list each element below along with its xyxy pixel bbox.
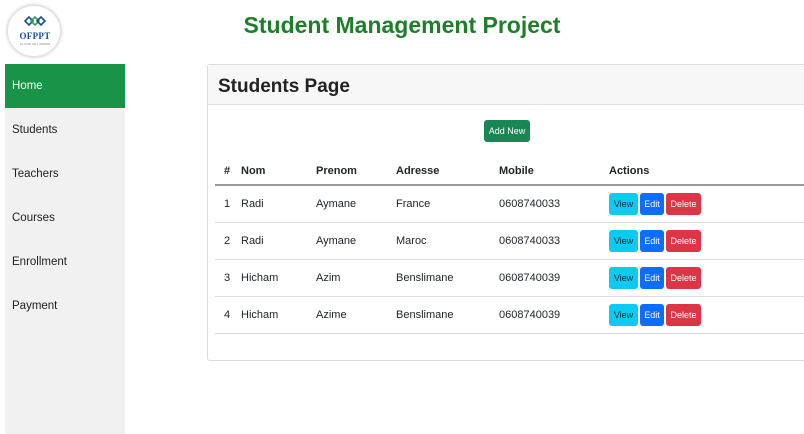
cell-adresse: Benslimane <box>396 296 499 334</box>
cell-nom: Hicham <box>241 296 316 334</box>
sidebar-item-teachers[interactable]: Teachers <box>5 152 125 196</box>
view-button[interactable]: View <box>609 192 638 215</box>
column-header-prenom: Prenom <box>316 157 396 186</box>
cell-adresse: Maroc <box>396 222 499 260</box>
cell-actions: View Edit Delete <box>609 185 804 223</box>
view-button[interactable]: View <box>609 266 638 289</box>
page-title: Students Page <box>208 65 804 105</box>
table-row: 2 Radi Aymane Maroc 0608740033 View Edit D… <box>215 222 804 260</box>
cell-actions: View Edit Delete <box>609 259 804 297</box>
sidebar-item-students[interactable]: Students <box>5 108 125 152</box>
cell-mobile: 0608740033 <box>499 222 609 260</box>
column-header-number: # <box>215 157 241 186</box>
table-row: 4 Hicham Azime Benslimane 0608740039 Vie… <box>215 296 804 334</box>
column-header-adresse: Adresse <box>396 157 499 186</box>
delete-button[interactable]: Delete <box>666 229 701 252</box>
cell-actions: View Edit Delete <box>609 296 804 334</box>
add-new-button[interactable]: Add New <box>484 120 530 142</box>
students-table: # Nom Prenom Adresse Mobile Actions 1 Ra… <box>215 157 804 334</box>
view-button[interactable]: View <box>609 303 638 326</box>
cell-nom: Radi <box>241 222 316 260</box>
students-card: Students Page Add New # Nom Prenom Adres… <box>207 64 804 361</box>
cell-prenom: Azime <box>316 296 396 334</box>
cell-prenom: Azim <box>316 259 396 297</box>
cell-id: 1 <box>215 185 241 223</box>
cell-prenom: Aymane <box>316 222 396 260</box>
app-title: Student Management Project <box>243 12 561 38</box>
cell-id: 3 <box>215 259 241 297</box>
cell-nom: Hicham <box>241 259 316 297</box>
view-button[interactable]: View <box>609 229 638 252</box>
sidebar-item-enrollment[interactable]: Enrollment <box>5 240 125 284</box>
cell-id: 2 <box>215 222 241 260</box>
cell-actions: View Edit Delete <box>609 222 804 260</box>
edit-button[interactable]: Edit <box>640 192 664 215</box>
app-header: OFPPT LA VOIE DE L'AVENIR Student Manage… <box>0 0 804 64</box>
delete-button[interactable]: Delete <box>666 266 701 289</box>
sidebar-item-payment[interactable]: Payment <box>5 284 125 328</box>
table-row: 1 Radi Aymane France 0608740033 View Edit… <box>215 185 804 223</box>
edit-button[interactable]: Edit <box>640 303 664 326</box>
edit-button[interactable]: Edit <box>640 229 664 252</box>
cell-mobile: 0608740039 <box>499 259 609 297</box>
logo-subtext: LA VOIE DE L'AVENIR <box>19 42 51 46</box>
column-header-actions: Actions <box>609 157 804 186</box>
cell-adresse: Benslimane <box>396 259 499 297</box>
cell-adresse: France <box>396 185 499 223</box>
column-header-nom: Nom <box>241 157 316 186</box>
sidebar: Home Students Teachers Courses Enrollmen… <box>5 64 125 434</box>
table-header-row: # Nom Prenom Adresse Mobile Actions <box>215 157 804 186</box>
cell-prenom: Aymane <box>316 185 396 223</box>
column-header-mobile: Mobile <box>499 157 609 186</box>
delete-button[interactable]: Delete <box>666 303 701 326</box>
edit-button[interactable]: Edit <box>640 266 664 289</box>
cell-mobile: 0608740039 <box>499 296 609 334</box>
cell-id: 4 <box>215 296 241 334</box>
table-row: 3 Hicham Azim Benslimane 0608740039 View… <box>215 259 804 297</box>
cell-mobile: 0608740033 <box>499 185 609 223</box>
sidebar-item-courses[interactable]: Courses <box>5 196 125 240</box>
sidebar-item-home[interactable]: Home <box>5 64 125 108</box>
cell-nom: Radi <box>241 185 316 223</box>
delete-button[interactable]: Delete <box>666 192 701 215</box>
